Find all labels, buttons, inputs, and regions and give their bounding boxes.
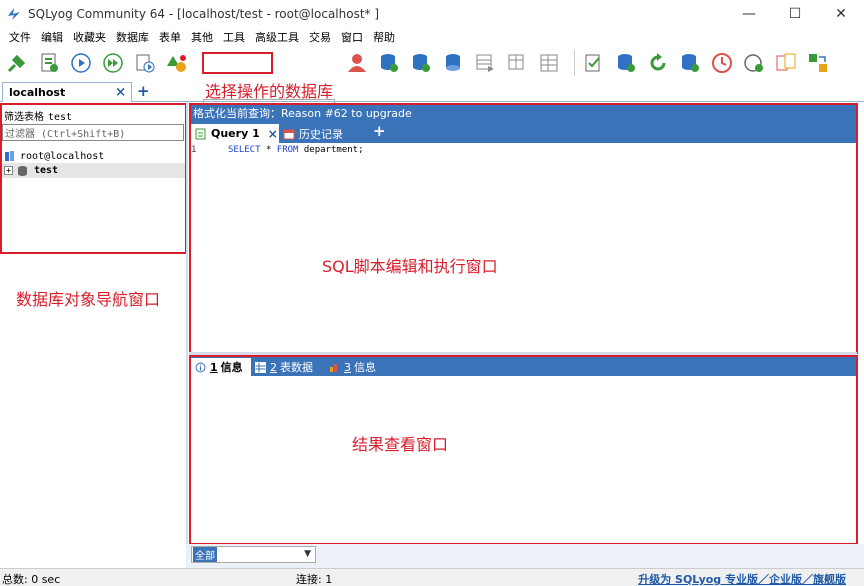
status-bar: 总数: 0 sec 连接: 1 升级为 SQLyog 专业版／企业版／旗舰版: [0, 568, 864, 586]
db-refresh-icon[interactable]: [613, 50, 639, 76]
user-manager-icon[interactable]: [344, 50, 370, 76]
menu-edit[interactable]: 编辑: [36, 29, 68, 45]
db-select-highlight: [202, 52, 273, 74]
menu-database[interactable]: 数据库: [111, 29, 154, 45]
menu-other[interactable]: 其他: [186, 29, 218, 45]
backup-icon[interactable]: [376, 50, 402, 76]
export-icon[interactable]: [504, 50, 530, 76]
vertical-splitter[interactable]: [186, 102, 188, 568]
connection-tab-bar: localhost × +: [0, 82, 864, 102]
close-icon[interactable]: ×: [115, 85, 126, 100]
maximize-button[interactable]: ☐: [772, 0, 818, 28]
connection-tab-label: localhost: [9, 86, 66, 99]
minimize-button[interactable]: —: [726, 0, 772, 28]
execute-icon[interactable]: [68, 50, 94, 76]
chevron-down-icon: ▼: [304, 549, 311, 559]
close-button[interactable]: ✕: [818, 0, 864, 28]
connect-icon[interactable]: [4, 50, 30, 76]
title-bar: SQLyog Community 64 - [localhost/test - …: [0, 0, 864, 28]
menu-table[interactable]: 表单: [154, 29, 186, 45]
add-job-icon[interactable]: [741, 50, 767, 76]
schedule-icon[interactable]: [709, 50, 735, 76]
menu-transaction[interactable]: 交易: [304, 29, 336, 45]
import-icon[interactable]: [472, 50, 498, 76]
status-total: 总数: 0 sec: [2, 573, 61, 586]
connection-tab-localhost[interactable]: localhost ×: [2, 82, 132, 102]
sync-icon[interactable]: [581, 50, 607, 76]
compare-icon[interactable]: [773, 50, 799, 76]
schema-icon[interactable]: [164, 50, 190, 76]
menu-favorites[interactable]: 收藏夹: [68, 29, 111, 45]
window-title: SQLyog Community 64 - [localhost/test - …: [28, 7, 380, 21]
add-connection-button[interactable]: +: [137, 82, 150, 100]
toolbar-separator: [574, 50, 575, 76]
menu-advanced-tools[interactable]: 高级工具: [250, 29, 304, 45]
refresh-icon[interactable]: [645, 50, 671, 76]
menu-help[interactable]: 帮助: [368, 29, 400, 45]
copy-db-icon[interactable]: [440, 50, 466, 76]
annotation-editor: SQL脚本编辑和执行窗口: [322, 257, 498, 276]
menu-file[interactable]: 文件: [4, 29, 36, 45]
menu-bar: 文件 编辑 收藏夹 数据库 表单 其他 工具 高级工具 交易 窗口 帮助: [0, 28, 864, 46]
table-data-icon[interactable]: [536, 50, 562, 76]
result-filter-select[interactable]: 全部 ▼: [191, 546, 316, 563]
execute-edit-icon[interactable]: [132, 50, 158, 76]
result-highlight: [189, 355, 858, 545]
result-filter-value: 全部: [193, 547, 217, 562]
upgrade-link[interactable]: 升级为 SQLyog 专业版／企业版／旗舰版: [638, 571, 846, 586]
new-query-icon[interactable]: [36, 50, 62, 76]
annotation-navigator: 数据库对象导航窗口: [16, 290, 161, 309]
annotation-results: 结果查看窗口: [352, 435, 449, 454]
editor-highlight: [189, 103, 858, 354]
menu-window[interactable]: 窗口: [336, 29, 368, 45]
menu-tools[interactable]: 工具: [218, 29, 250, 45]
toolbar: test ▼: [0, 46, 864, 119]
schema-sync-icon[interactable]: [805, 50, 831, 76]
sqlyog-logo-icon: [8, 8, 20, 20]
execute-all-icon[interactable]: [100, 50, 126, 76]
db-add-icon[interactable]: [677, 50, 703, 76]
restore-icon[interactable]: [408, 50, 434, 76]
status-connections: 连接: 1: [296, 573, 333, 586]
navigator-highlight: [0, 103, 187, 254]
